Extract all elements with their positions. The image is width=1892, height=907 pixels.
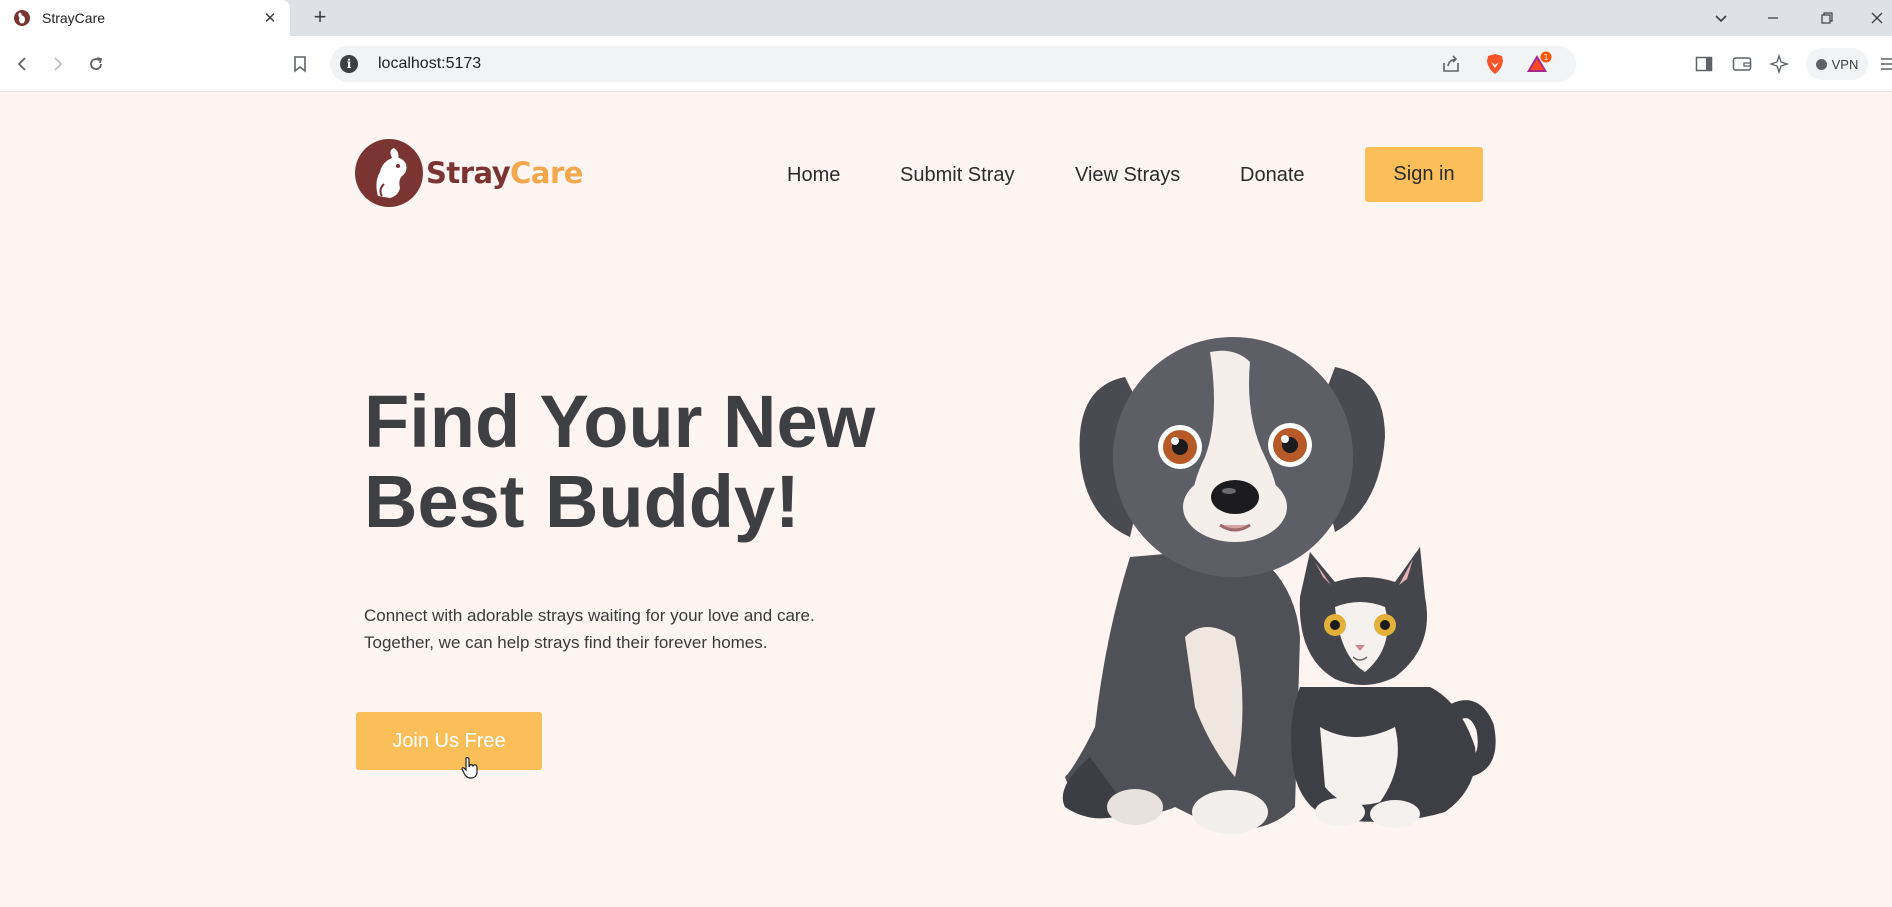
brave-shield-icon[interactable] xyxy=(1481,50,1509,78)
nav-view-strays[interactable]: View Strays xyxy=(1075,164,1180,187)
vpn-status-icon xyxy=(1815,58,1827,70)
hero-subtitle: Connect with adorable strays waiting for… xyxy=(364,602,815,656)
restore-icon[interactable] xyxy=(1814,6,1840,30)
hero-title-line-2: Best Buddy! xyxy=(364,460,800,543)
close-tab-icon[interactable]: ✕ xyxy=(260,8,280,28)
site-info-icon[interactable]: i xyxy=(340,55,358,73)
svg-text:1: 1 xyxy=(1543,53,1548,62)
paw-icon xyxy=(14,10,30,26)
sign-in-button[interactable]: Sign in xyxy=(1365,147,1483,202)
vpn-label: VPN xyxy=(1831,56,1859,72)
wallet-icon[interactable] xyxy=(1728,50,1756,78)
hero-title-line-1: Find Your New xyxy=(364,380,876,463)
bookmark-icon[interactable] xyxy=(286,50,314,78)
reload-icon[interactable] xyxy=(82,50,110,78)
hero-subtitle-line-1: Connect with adorable strays waiting for… xyxy=(364,606,815,625)
browser-tab[interactable]: StrayCare ✕ xyxy=(0,0,290,36)
logo-wordmark: StrayCare xyxy=(426,156,583,190)
url-text[interactable]: localhost:5173 xyxy=(378,55,481,73)
hero-subtitle-line-2: Together, we can help strays find their … xyxy=(364,633,768,652)
dog-and-cat-illustration xyxy=(1062,337,1496,834)
hand-cursor-icon xyxy=(461,757,478,779)
browser-tab-strip: StrayCare ✕ + xyxy=(0,0,1892,36)
hero-title: Find Your New Best Buddy! xyxy=(364,382,875,542)
dog-logo-icon xyxy=(355,139,423,207)
brave-rewards-icon[interactable]: 1 xyxy=(1525,50,1553,78)
tab-title: StrayCare xyxy=(42,10,106,26)
minimize-icon[interactable] xyxy=(1760,6,1786,30)
forward-icon[interactable] xyxy=(44,50,72,78)
nav-submit-stray[interactable]: Submit Stray xyxy=(900,164,1014,187)
close-window-icon[interactable] xyxy=(1864,6,1890,30)
site-logo[interactable]: StrayCare xyxy=(354,138,583,208)
back-icon[interactable] xyxy=(8,50,36,78)
menu-icon[interactable] xyxy=(1874,50,1892,78)
leo-ai-icon[interactable] xyxy=(1766,50,1794,78)
nav-donate[interactable]: Donate xyxy=(1240,164,1305,187)
new-tab-icon[interactable]: + xyxy=(308,6,332,30)
tab-search-icon[interactable] xyxy=(1708,6,1734,30)
page-content: StrayCare Home Submit Stray View Strays … xyxy=(0,92,1892,907)
nav-home[interactable]: Home xyxy=(787,164,840,187)
sidebar-icon[interactable] xyxy=(1690,50,1718,78)
vpn-button[interactable]: VPN xyxy=(1806,48,1868,80)
address-bar[interactable]: i localhost:5173 xyxy=(330,46,1576,82)
browser-toolbar: i localhost:5173 1 VPN xyxy=(0,36,1892,92)
share-icon[interactable] xyxy=(1437,50,1465,78)
join-us-free-button[interactable]: Join Us Free xyxy=(356,712,542,770)
